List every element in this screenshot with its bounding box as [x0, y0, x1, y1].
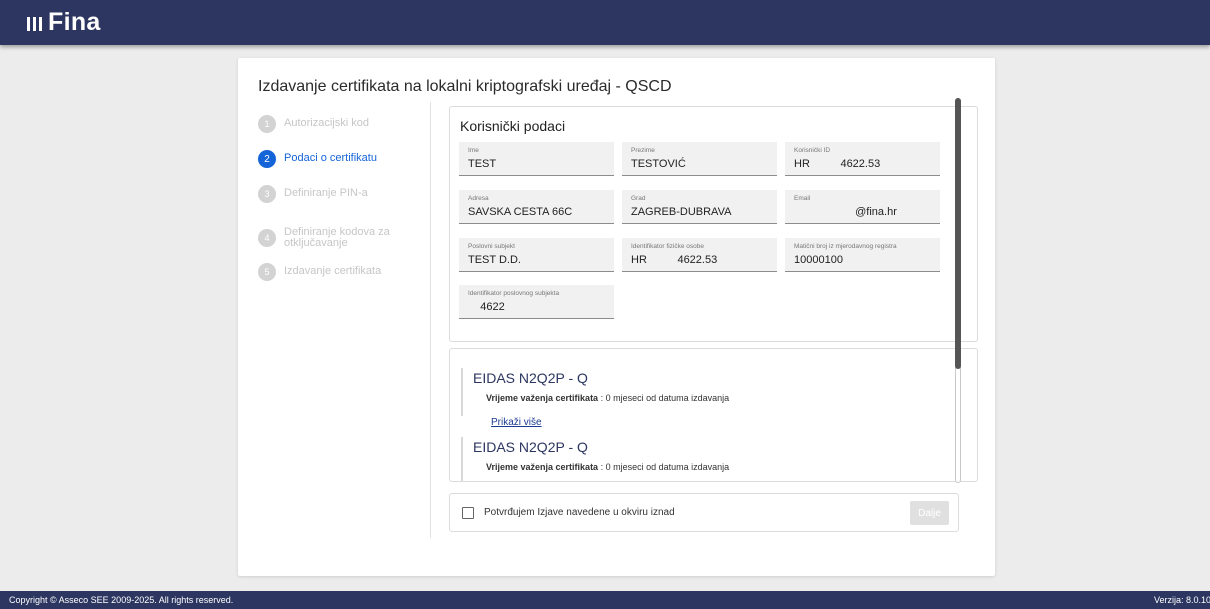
address-field: Adresa SAVSKA CESTA 66C	[459, 190, 614, 224]
field-value: TEST D.D.	[468, 254, 521, 266]
top-bar: Fina	[0, 0, 1210, 45]
field-value: 10000100	[794, 254, 843, 266]
confirm-label[interactable]: Potvrđujem Izjave navedene u okviru izna…	[484, 507, 675, 518]
field-value: TEST	[468, 158, 497, 170]
user-data-title: Korisnički podaci	[460, 118, 566, 134]
confirmation-box: Potvrđujem Izjave navedene u okviru izna…	[449, 493, 959, 532]
field-label: Adresa	[468, 195, 489, 202]
scrollbar-thumb[interactable]	[955, 98, 961, 369]
business-entity-field: Poslovni subjekt TEST D.D.	[459, 238, 614, 272]
step-label: Definiranje kodova za otključavanje	[284, 226, 390, 249]
validity-value: : 0 mjeseci od datuma izdavanja	[598, 462, 730, 472]
fina-logo-icon	[27, 17, 42, 31]
user-id-field: Korisnički ID HR 4622.53	[785, 142, 940, 176]
step-number: 3	[258, 185, 276, 203]
email-field: Email @fina.hr	[785, 190, 940, 224]
main-card: Izdavanje certifikata na lokalni kriptog…	[238, 58, 995, 576]
business-entity-id-field: Identifikator poslovnog subjekta 4622	[459, 285, 614, 319]
field-label: Matični broj iz mjerodavnog registra	[794, 243, 897, 250]
certificate-title: EIDAS N2Q2P - Q	[473, 439, 588, 455]
step-number: 1	[258, 115, 276, 133]
certificate-accent-bar	[461, 437, 463, 481]
validity-value: : 0 mjeseci od datuma izdavanja	[598, 393, 730, 403]
show-more-link[interactable]: Prikaži više	[491, 417, 542, 428]
field-value: 4622	[468, 301, 505, 313]
confirm-checkbox[interactable]	[462, 507, 474, 519]
certificate-title: EIDAS N2Q2P - Q	[473, 370, 588, 386]
field-label: Grad	[631, 195, 646, 202]
step-certificate-data: 2 Podaci o certifikatu	[258, 150, 428, 168]
step-unlock-codes: 4 Definiranje kodova za otključavanje	[258, 224, 428, 249]
version-text: Verzija: 8.0.10	[1154, 595, 1210, 605]
step-issue-certificate: 5 Izdavanje certifikata	[258, 263, 428, 281]
field-label: Prezime	[631, 147, 655, 154]
step-label: Definiranje PIN-a	[284, 187, 368, 199]
step-number: 2	[258, 150, 276, 168]
field-value: HR 4622.53	[794, 158, 881, 170]
page-title: Izdavanje certifikata na lokalni kriptog…	[258, 78, 672, 95]
field-value: TESTOVIĆ	[631, 158, 686, 170]
stepper-divider	[430, 102, 431, 538]
certificate-accent-bar	[461, 368, 463, 416]
field-value: @fina.hr	[794, 206, 897, 218]
step-authorization-code: 1 Autorizacijski kod	[258, 115, 428, 133]
user-data-panel: Korisnički podaci Ime TEST Prezime TESTO…	[449, 106, 978, 342]
fina-logo[interactable]: Fina	[27, 8, 101, 36]
field-label: Korisnički ID	[794, 147, 831, 154]
field-value: HR 4622.53	[631, 254, 718, 266]
certificate-validity: Vrijeme važenja certifikata : 0 mjeseci …	[486, 462, 729, 472]
first-name-field: Ime TEST	[459, 142, 614, 176]
registry-number-field: Matični broj iz mjerodavnog registra 100…	[785, 238, 940, 272]
step-label: Autorizacijski kod	[284, 117, 369, 129]
step-label: Podaci o certifikatu	[284, 152, 377, 164]
field-label: Identifikator poslovnog subjekta	[468, 290, 560, 297]
footer: Copyright © Asseco SEE 2009-2025. All ri…	[0, 591, 1210, 609]
field-value: ZAGREB-DUBRAVA	[631, 206, 732, 218]
next-button[interactable]: Dalje	[910, 501, 949, 525]
validity-label: Vrijeme važenja certifikata	[486, 393, 599, 403]
natural-person-id-field: Identifikator fizičke osobe HR 4622.53	[622, 238, 777, 272]
field-label: Email	[794, 195, 811, 202]
step-define-pin: 3 Definiranje PIN-a	[258, 185, 428, 203]
step-number: 4	[258, 229, 276, 247]
certificates-panel: EIDAS N2Q2P - Q Vrijeme važenja certifik…	[449, 348, 978, 482]
last-name-field: Prezime TESTOVIĆ	[622, 142, 777, 176]
step-number: 5	[258, 263, 276, 281]
field-label: Poslovni subjekt	[468, 243, 515, 250]
field-value: SAVSKA CESTA 66C	[468, 206, 573, 218]
certificate-validity: Vrijeme važenja certifikata : 0 mjeseci …	[486, 393, 729, 403]
city-field: Grad ZAGREB-DUBRAVA	[622, 190, 777, 224]
field-label: Identifikator fizičke osobe	[631, 243, 704, 250]
logo-text: Fina	[48, 7, 101, 36]
field-label: Ime	[468, 147, 479, 154]
copyright-text: Copyright © Asseco SEE 2009-2025. All ri…	[9, 595, 234, 605]
step-label: Izdavanje certifikata	[284, 265, 382, 277]
validity-label: Vrijeme važenja certifikata	[486, 462, 599, 472]
